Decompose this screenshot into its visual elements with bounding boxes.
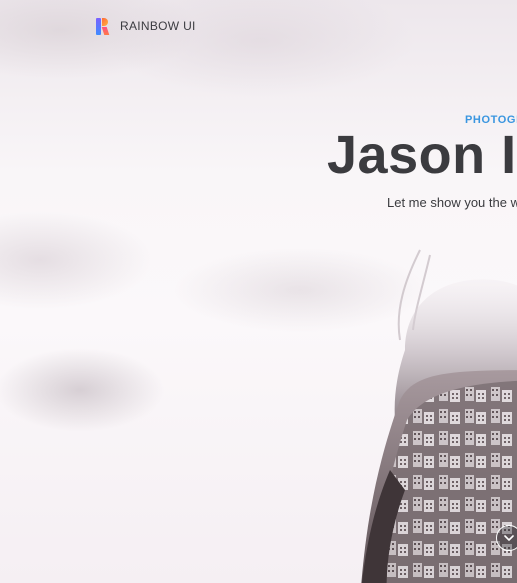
chevron-down-icon (504, 535, 514, 541)
brand-logo[interactable]: RAINBOW UI (96, 16, 196, 36)
hero-photo (361, 249, 517, 583)
hero-page: RAINBOW UI PHOTOG Jason I Let me show yo… (0, 0, 517, 583)
scroll-down-button[interactable] (496, 525, 517, 551)
brand-name: RAINBOW UI (120, 19, 196, 33)
hero-title: Jason I (327, 125, 517, 185)
rainbow-logo-icon (96, 17, 110, 35)
hero-subtitle: Let me show you the wo (387, 195, 517, 210)
